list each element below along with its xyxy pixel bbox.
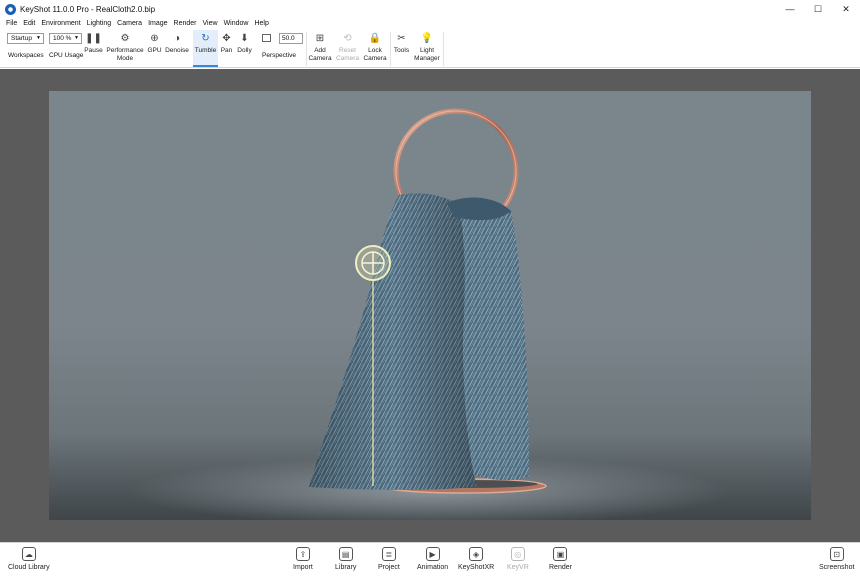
menu-bar: File Edit Environment Lighting Camera Im…: [0, 18, 860, 29]
animation-button[interactable]: ▶ Animation: [417, 547, 448, 571]
keyshotxr-button[interactable]: ◈ KeyShotXR: [458, 547, 494, 571]
lock-icon: 🔒: [368, 33, 382, 44]
project-icon: ≣: [381, 547, 396, 561]
render-workspace[interactable]: [0, 69, 860, 542]
title-bar: KeyShot 11.0.0 Pro - RealCloth2.0.bip — …: [0, 0, 860, 18]
menu-help[interactable]: Help: [251, 20, 271, 27]
workspace-dropdown[interactable]: Startup ▼: [7, 33, 44, 44]
workspaces-label: Workspaces: [8, 52, 44, 59]
project-button[interactable]: ≣ Project: [378, 547, 400, 571]
add-camera-icon: ⊞: [315, 33, 325, 44]
cloth-knot: [447, 197, 511, 221]
performance-mode-button[interactable]: ⚙ Performance Mode: [105, 30, 145, 68]
render-button[interactable]: ▣ Render: [549, 547, 572, 571]
menu-image[interactable]: Image: [145, 20, 170, 27]
window-controls: — ☐ ✕: [776, 0, 860, 18]
scene-render[interactable]: [49, 91, 811, 520]
dolly-icon: ⬇: [240, 33, 249, 44]
light-manager-button[interactable]: 💡 Light Manager: [413, 30, 441, 68]
screenshot-icon: ⊡: [829, 547, 844, 561]
cloud-library-button[interactable]: ☁ Cloud Library: [8, 547, 50, 571]
library-icon: ▤: [338, 547, 353, 561]
performance-icon: ⚙: [120, 33, 130, 44]
ribbon-toolbar: Startup ▼ Workspaces 100 % ▼ CPU Usage ❚…: [0, 30, 860, 68]
lock-camera-button[interactable]: 🔒 Lock Camera: [362, 30, 388, 68]
screenshot-button[interactable]: ⊡ Screenshot: [819, 547, 854, 571]
menu-window[interactable]: Window: [221, 20, 252, 27]
keyvr-icon: ◎: [510, 547, 525, 561]
bottom-toolbar: ☁ Cloud Library ⇪ Import ▤ Library ≣ Pro…: [0, 542, 860, 576]
pause-icon: ❚❚: [85, 33, 102, 44]
menu-lighting[interactable]: Lighting: [84, 20, 115, 27]
cpu-usage-label: CPU Usage: [49, 52, 84, 59]
field-of-view-input[interactable]: 50.0: [279, 33, 303, 44]
menu-render[interactable]: Render: [171, 20, 200, 27]
tumble-icon: ↻: [201, 33, 210, 44]
pan-icon: ✥: [222, 33, 231, 44]
menu-edit[interactable]: Edit: [20, 20, 38, 27]
import-icon: ⇪: [295, 547, 310, 561]
import-button[interactable]: ⇪ Import: [293, 547, 313, 571]
cpu-usage-value: 100 %: [53, 35, 72, 42]
keyvr-button[interactable]: ◎ KeyVR: [507, 547, 529, 571]
menu-view[interactable]: View: [200, 20, 221, 27]
chevron-down-icon: ▼: [74, 35, 79, 41]
gpu-button[interactable]: ⊕ GPU: [146, 30, 163, 68]
perspective-grid-icon[interactable]: [262, 34, 271, 42]
light-bulb-icon: 💡: [420, 33, 434, 44]
denoise-icon: ◑: [173, 33, 181, 44]
reset-camera-icon: ⟲: [343, 33, 352, 44]
cloud-library-icon: ☁: [21, 547, 36, 561]
maximize-button[interactable]: ☐: [804, 0, 832, 18]
pan-button[interactable]: ✥ Pan: [219, 30, 234, 68]
menu-camera[interactable]: Camera: [114, 20, 145, 27]
menu-environment[interactable]: Environment: [38, 20, 83, 27]
pause-button[interactable]: ❚❚ Pause: [83, 30, 104, 68]
realtime-viewport[interactable]: [49, 91, 811, 520]
keyshotxr-icon: ◈: [469, 547, 484, 561]
perspective-label: Perspective: [262, 52, 296, 59]
render-icon: ▣: [553, 547, 568, 561]
denoise-button[interactable]: ◑ Denoise: [164, 30, 190, 68]
ribbon-divider: [443, 32, 444, 66]
minimize-button[interactable]: —: [776, 0, 804, 18]
animation-icon: ▶: [425, 547, 440, 561]
library-button[interactable]: ▤ Library: [335, 547, 356, 571]
window-title: KeyShot 11.0.0 Pro - RealCloth2.0.bip: [20, 4, 156, 14]
workspace-value: Startup: [11, 35, 32, 42]
add-camera-button[interactable]: ⊞ Add Camera: [307, 30, 333, 68]
keyshot-logo-icon: [5, 3, 16, 15]
tumble-button[interactable]: ↻ Tumble: [193, 30, 218, 67]
tools-button[interactable]: ✂ Tools: [391, 30, 412, 68]
dolly-button[interactable]: ⬇ Dolly: [235, 30, 254, 68]
chevron-down-icon: ▼: [36, 35, 41, 41]
tools-icon: ✂: [397, 33, 406, 44]
close-button[interactable]: ✕: [832, 0, 860, 18]
gpu-icon: ⊕: [150, 33, 159, 44]
reset-camera-button[interactable]: ⟲ Reset Camera: [334, 30, 361, 68]
menu-file[interactable]: File: [3, 20, 20, 27]
cpu-usage-dropdown[interactable]: 100 % ▼: [49, 33, 82, 44]
